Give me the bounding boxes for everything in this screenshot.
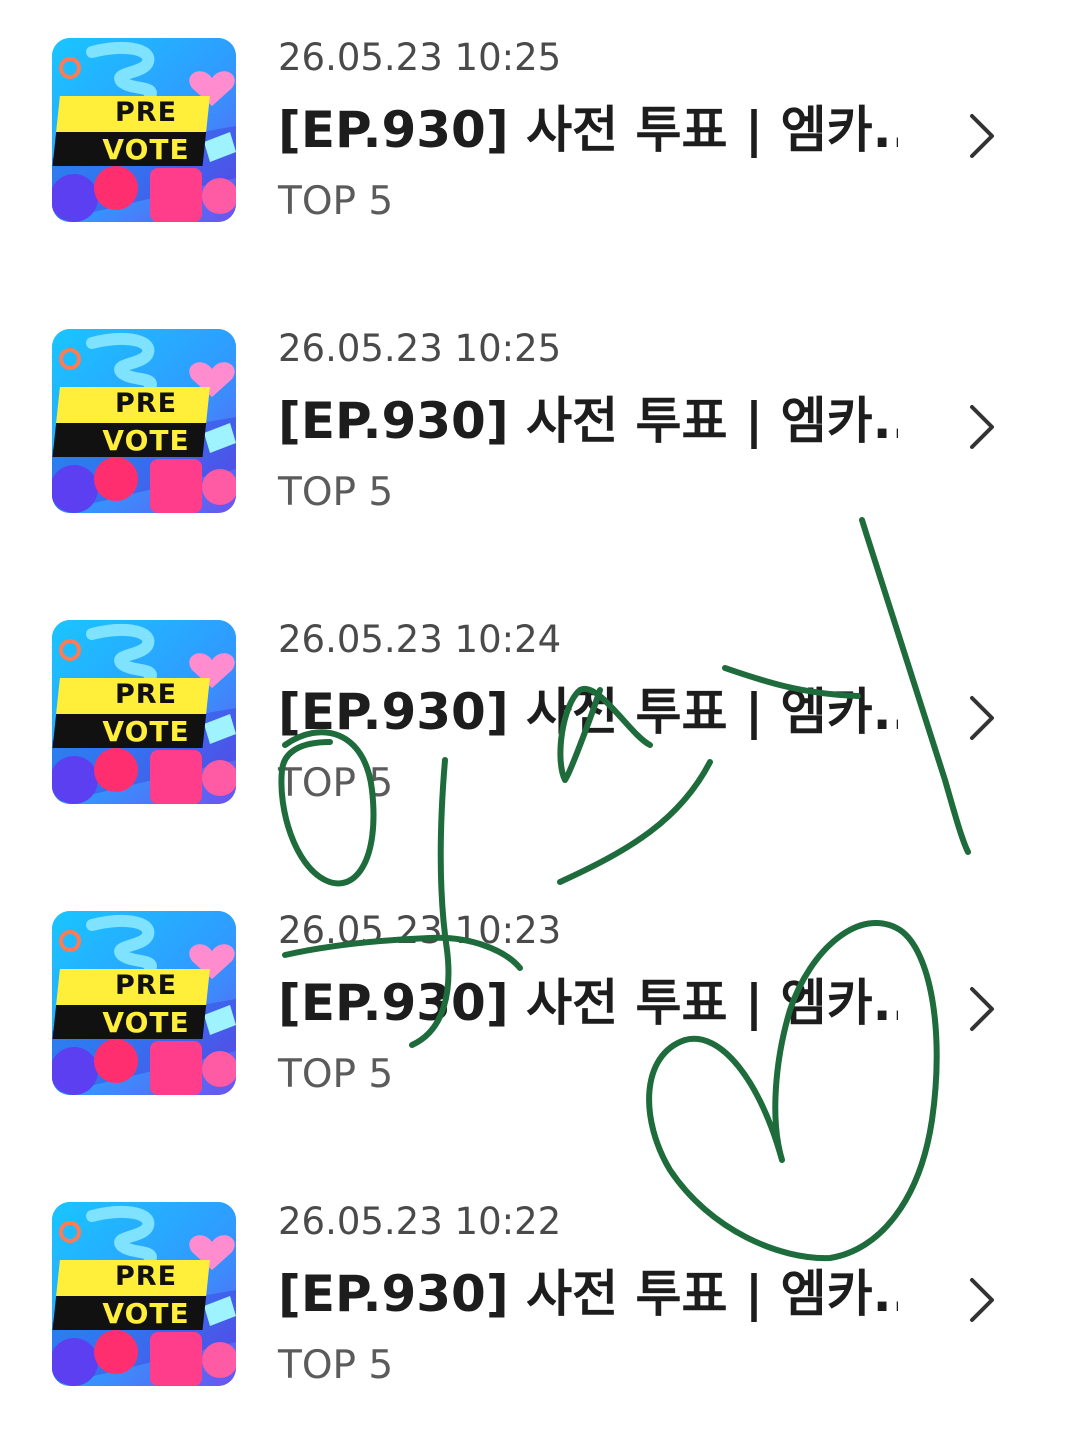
item-subtitle: TOP 5 [278, 761, 394, 806]
list-item[interactable]: PRE VOTE 26.05.23 10:23 [EP.930] 사전 투표 |… [0, 911, 1080, 1141]
chevron-right-icon[interactable] [964, 399, 1000, 455]
item-title: [EP.930] 사전 투표 | 엠카... [278, 1266, 898, 1322]
list-item[interactable]: PRE VOTE 26.05.23 10:22 [EP.930] 사전 투표 |… [0, 1202, 1080, 1432]
badge-vote-label: VOTE [102, 715, 190, 748]
item-subtitle: TOP 5 [278, 470, 394, 515]
item-title: [EP.930] 사전 투표 | 엠카... [278, 684, 898, 740]
chevron-right-icon[interactable] [964, 690, 1000, 746]
item-title: [EP.930] 사전 투표 | 엠카... [278, 393, 898, 449]
item-title: [EP.930] 사전 투표 | 엠카... [278, 975, 898, 1031]
badge-pre-label: PRE [114, 388, 178, 419]
pre-vote-thumbnail: PRE VOTE [52, 620, 236, 804]
item-subtitle: TOP 5 [278, 1052, 394, 1097]
badge-pre-label: PRE [114, 970, 178, 1001]
list-item[interactable]: PRE VOTE 26.05.23 10:24 [EP.930] 사전 투표 |… [0, 620, 1080, 850]
badge-pre-label: PRE [114, 1261, 178, 1292]
badge-vote-label: VOTE [102, 1297, 190, 1330]
badge-pre-label: PRE [114, 97, 178, 128]
list-item[interactable]: PRE VOTE 26.05.23 10:25 [EP.930] 사전 투표 |… [0, 38, 1080, 268]
chevron-right-icon[interactable] [964, 981, 1000, 1037]
badge-vote-label: VOTE [102, 133, 190, 166]
chevron-right-icon[interactable] [964, 1272, 1000, 1328]
chevron-right-icon[interactable] [964, 108, 1000, 164]
pre-vote-thumbnail: PRE VOTE [52, 1202, 236, 1386]
badge-vote-label: VOTE [102, 1006, 190, 1039]
item-title: [EP.930] 사전 투표 | 엠카... [278, 102, 898, 158]
badge-vote-label: VOTE [102, 424, 190, 457]
item-date: 26.05.23 10:25 [278, 327, 562, 370]
list-item[interactable]: PRE VOTE 26.05.23 10:25 [EP.930] 사전 투표 |… [0, 329, 1080, 559]
pre-vote-thumbnail: PRE VOTE [52, 911, 236, 1095]
item-date: 26.05.23 10:24 [278, 618, 562, 661]
item-subtitle: TOP 5 [278, 1343, 394, 1388]
item-date: 26.05.23 10:25 [278, 36, 562, 79]
badge-pre-label: PRE [114, 679, 178, 710]
pre-vote-thumbnail: PRE VOTE [52, 38, 236, 222]
item-date: 26.05.23 10:23 [278, 909, 562, 952]
pre-vote-thumbnail: PRE VOTE [52, 329, 236, 513]
item-date: 26.05.23 10:22 [278, 1200, 562, 1243]
item-subtitle: TOP 5 [278, 179, 394, 224]
